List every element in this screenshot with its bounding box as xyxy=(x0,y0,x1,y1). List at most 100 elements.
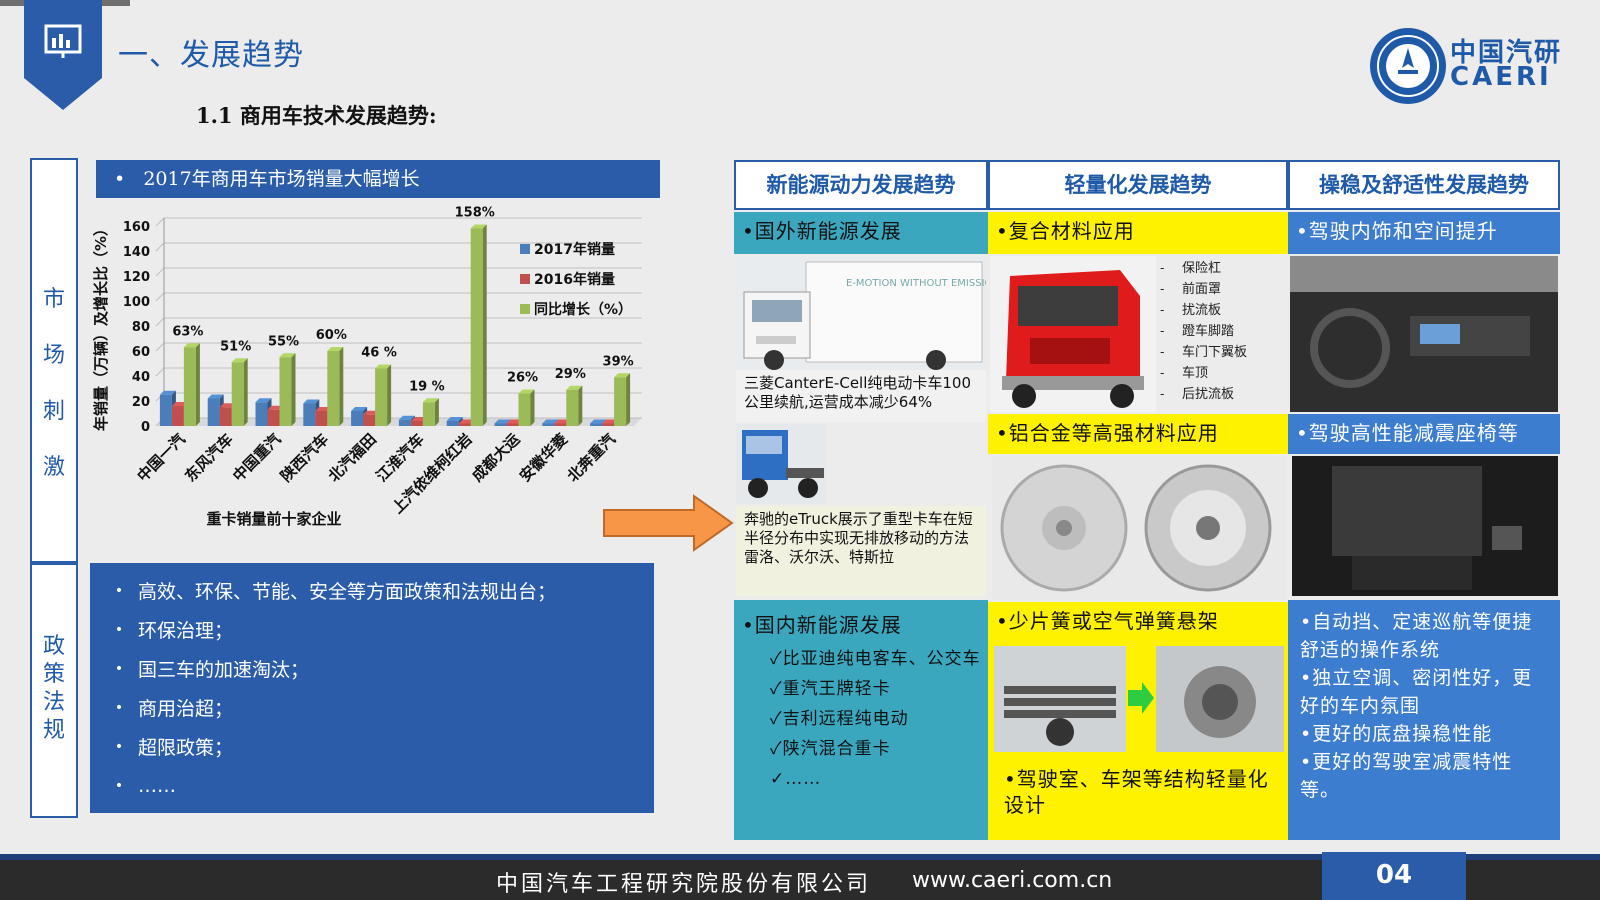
chart-gridline-side xyxy=(155,217,165,227)
caeri-logo-icon xyxy=(1370,28,1446,104)
policy-section-label: 政策法规 xyxy=(32,633,76,745)
x-category-label: 陕西汽车 xyxy=(277,430,332,485)
bar-0 xyxy=(494,423,507,426)
legend-label: 同比增长（%） xyxy=(534,301,632,318)
policy-item-text: 环保治理； xyxy=(138,620,234,642)
svg-text:E-MOTION WITHOUT EMISSION: E-MOTION WITHOUT EMISSION xyxy=(846,278,986,289)
bar-2 xyxy=(375,368,388,426)
x-category-label: 北奔重汽 xyxy=(564,430,619,485)
bar-0 xyxy=(398,419,411,426)
chart-gridline-side xyxy=(155,292,165,302)
policy-item: • 高效、环保、节能、安全等方面政策和法规出台； xyxy=(100,571,644,610)
bar-side xyxy=(243,358,248,426)
right-arrow-icon xyxy=(603,494,734,552)
market-section-label-box: 市场刺激 xyxy=(30,158,78,563)
x-category-label: 中国重汽 xyxy=(229,430,284,485)
bullet-icon: • xyxy=(114,582,124,599)
domestic-ev-item: ✓重汽王牌轻卡 xyxy=(770,679,891,699)
comfort-features-block: •自动挡、定速巡航等便捷舒适的操作系统 •独立空调、密闭性好，更好的车内氛围 •更好… xyxy=(1288,600,1560,840)
bar-1 xyxy=(363,414,376,426)
data-label: 26% xyxy=(507,371,538,386)
policy-label-char: 政 xyxy=(42,634,65,659)
x-category-label: 东风汽车 xyxy=(181,430,236,485)
seat-title-block: •驾驶高性能减震座椅等 xyxy=(1288,414,1560,454)
policy-item-text: 商用治超； xyxy=(138,698,234,720)
policy-list: • 高效、环保、节能、安全等方面政策和法规出台； • 环保治理； • 国三车的加速淘汰； •… xyxy=(90,563,654,813)
bullet-icon: • xyxy=(114,699,124,716)
aluminum-wheels-photo xyxy=(992,456,1286,600)
foreign-ev-title: •国外新能源发展 xyxy=(742,219,902,243)
policy-item: • 国三车的加速淘汰； xyxy=(100,649,644,688)
bar-2 xyxy=(518,393,531,426)
bar-side xyxy=(387,364,392,426)
chart-gridline-side xyxy=(155,367,165,377)
market-label-char: 刺 xyxy=(42,399,65,424)
bar-1 xyxy=(506,423,519,426)
policy-item-text: 高效、环保、节能、安全等方面政策和法规出台； xyxy=(138,581,557,603)
bar-2 xyxy=(231,362,244,426)
bar-0 xyxy=(255,402,268,426)
bar-1 xyxy=(267,409,280,426)
data-label: 19 % xyxy=(409,379,445,394)
legend-swatch xyxy=(520,274,530,284)
data-label: 60% xyxy=(316,328,347,343)
bar-1 xyxy=(602,423,615,426)
alloy-title: •铝合金等高强材料应用 xyxy=(996,421,1219,445)
comfort-item: •独立空调、密闭性好，更好的车内氛围 xyxy=(1300,667,1533,717)
y-axis-label: 年销量（万辆）及增长比（%） xyxy=(92,221,110,431)
bar-side xyxy=(578,385,583,426)
data-label: 29% xyxy=(555,367,586,382)
policy-section-label-box: 政策法规 xyxy=(30,563,78,818)
composite-part-item: - 保险杠 xyxy=(1160,261,1222,276)
column-header-comfort: 操稳及舒适性发展趋势 xyxy=(1288,160,1560,210)
bar-side xyxy=(195,343,200,426)
domestic-ev-title: •国内新能源发展 xyxy=(742,613,902,637)
bullet-icon: • xyxy=(114,660,124,677)
bar-1 xyxy=(171,406,184,426)
x-category-label: 成都大运 xyxy=(468,430,523,485)
mercedes-etruck-photo xyxy=(736,424,826,504)
bar-0 xyxy=(207,398,220,426)
domestic-ev-item: ✓比亚迪纯电客车、公交车 xyxy=(770,649,981,669)
column-header-new-energy: 新能源动力发展趋势 xyxy=(734,160,988,210)
y-tick-label: 40 xyxy=(132,370,150,385)
bar-side xyxy=(434,398,439,426)
bar-side xyxy=(339,347,344,426)
bar-1 xyxy=(219,407,232,426)
legend-label: 2017年销量 xyxy=(534,241,615,258)
mitsubishi-truck-photo: E-MOTION WITHOUT EMISSION xyxy=(736,256,986,370)
bar-0 xyxy=(351,411,364,426)
y-tick-label: 120 xyxy=(123,270,150,285)
policy-item-text: 超限政策； xyxy=(138,737,234,759)
composite-title: •复合材料应用 xyxy=(996,219,1135,243)
footer-url: www.caeri.com.cn xyxy=(912,868,1113,893)
seat-title: •驾驶高性能减震座椅等 xyxy=(1296,421,1519,445)
alloy-title-block: •铝合金等高强材料应用 xyxy=(988,414,1288,454)
comfort-item: •自动挡、定速巡航等便捷舒适的操作系统 xyxy=(1300,611,1533,661)
composite-part-item: - 前面罩 xyxy=(1160,282,1222,297)
bar-2 xyxy=(566,389,579,426)
legend-label: 2016年销量 xyxy=(534,271,615,288)
chart-gridline-side xyxy=(155,242,165,252)
bar-0 xyxy=(446,421,459,426)
page-number: 04 xyxy=(1375,860,1413,890)
policy-item: • 商用治超； xyxy=(100,688,644,727)
policy-item: • …… xyxy=(100,766,644,805)
legend-swatch xyxy=(520,244,530,254)
mitsubishi-caption: 三菱CanterE-Cell纯电动卡车100公里续航,运营成本减少64% xyxy=(736,370,986,422)
domestic-ev-item: ✓…… xyxy=(770,769,822,789)
bullet-icon: • xyxy=(114,777,124,794)
bar-0 xyxy=(542,423,555,426)
policy-label-char: 法 xyxy=(42,690,65,715)
domestic-ev-list: ✓比亚迪纯电客车、公交车 ✓重汽王牌轻卡 ✓吉利远程纯电动 ✓陕汽混合重卡 ✓…… xyxy=(734,644,988,794)
y-tick-label: 160 xyxy=(123,220,150,235)
bar-2 xyxy=(279,357,292,426)
chart-header: • 2017年商用车市场销量大幅增长 xyxy=(96,160,660,198)
composite-part-item: - 扰流板 xyxy=(1160,303,1222,318)
page-title: 一、发展趋势 xyxy=(118,38,304,73)
interior-title: •驾驶内饰和空间提升 xyxy=(1296,219,1498,243)
composite-title-block: •复合材料应用 xyxy=(988,212,1288,254)
composite-part-item: - 蹬车脚踏 xyxy=(1160,324,1235,339)
cab-lightweight-title: •驾驶室、车架等结构轻量化设计 xyxy=(1004,767,1269,817)
legend-swatch xyxy=(520,304,530,314)
